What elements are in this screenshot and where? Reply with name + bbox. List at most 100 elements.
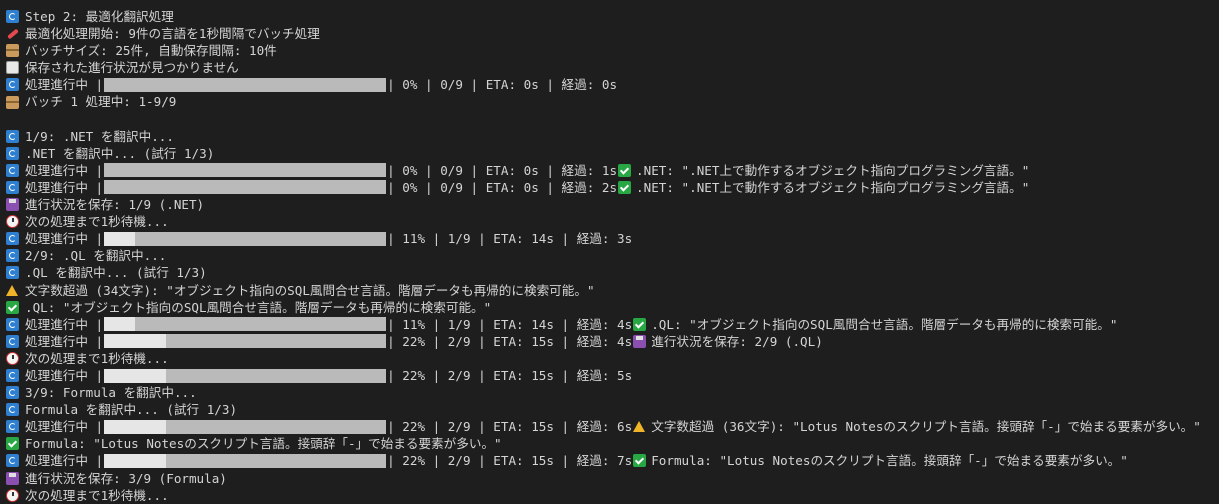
progress-bar: [104, 334, 387, 349]
progress-line: 処理進行中 | | 0% | 0/9 | ETA: 0s | 経過: 0s: [6, 76, 1219, 93]
log-text: 3/9: Formula を翻訳中...: [25, 385, 197, 401]
log-line: 進行状況を保存: 1/9 (.NET): [6, 196, 1219, 213]
progress-bar: [104, 180, 387, 195]
alarm-clock-icon: [6, 351, 19, 365]
progress-bar-fill: [104, 334, 167, 349]
log-text: バッチサイズ: 25件, 自動保存間隔: 10件: [25, 43, 277, 59]
check-icon: [633, 454, 647, 468]
progress-bar: [104, 453, 387, 468]
progress-stats: | 0% | 0/9 | ETA: 0s | 経過: 1s: [387, 162, 618, 178]
progress-bar: [104, 317, 387, 332]
progress-line: 処理進行中 | | 0% | 0/9 | ETA: 0s | 経過: 1s .NET…: [6, 162, 1219, 179]
log-line: 保存された進行状況が見つかりません: [6, 59, 1219, 76]
log-line: 文字数超過 (34文字): "オブジェクト指向のSQL風問合せ言語。階層データも…: [6, 282, 1219, 299]
log-text: 処理進行中 |: [25, 231, 104, 247]
log-text: .NET を翻訳中... (試行 1/3): [25, 145, 215, 161]
rocket-icon: [6, 27, 19, 40]
log-text: 文字数超過 (36文字): "Lotus Notesのスクリプト言語。接頭辞「-…: [651, 419, 1201, 435]
log-line: 次の処理まで1秒待機...: [6, 350, 1219, 367]
refresh-icon: [6, 232, 19, 246]
refresh-icon: [6, 369, 19, 383]
log-text: 進行状況を保存: 2/9 (.QL): [651, 333, 823, 349]
progress-stats: | 22% | 2/9 | ETA: 15s | 経過: 5s: [387, 367, 633, 383]
log-text: Formula を翻訳中... (試行 1/3): [25, 402, 238, 418]
log-text: バッチ 1 処理中: 1-9/9: [25, 94, 177, 110]
log-text: 処理進行中 |: [25, 77, 104, 93]
document-icon: [6, 61, 19, 75]
progress-stats: | 22% | 2/9 | ETA: 15s | 経過: 6s: [387, 419, 633, 435]
refresh-icon: [6, 403, 19, 417]
log-text: 次の処理まで1秒待機...: [25, 487, 169, 503]
log-text: 2/9: .QL を翻訳中...: [25, 248, 167, 264]
refresh-icon: [6, 454, 19, 468]
log-line: .QL を翻訳中... (試行 1/3): [6, 264, 1219, 281]
log-line: 最適化処理開始: 9件の言語を1秒間隔でバッチ処理: [6, 25, 1219, 42]
floppy-disk-icon: [6, 198, 19, 212]
log-text: 処理進行中 |: [25, 179, 104, 195]
progress-stats: | 22% | 2/9 | ETA: 15s | 経過: 4s: [387, 333, 633, 349]
terminal-output: Step 2: 最適化翻訳処理最適化処理開始: 9件の言語を1秒間隔でバッチ処理…: [0, 0, 1219, 504]
floppy-disk-icon: [633, 334, 647, 348]
log-line: .QL: "オブジェクト指向のSQL風問合せ言語。階層データも再帰的に検索可能。…: [6, 299, 1219, 316]
log-line: 3/9: Formula を翻訳中...: [6, 384, 1219, 401]
log-text: 処理進行中 |: [25, 162, 104, 178]
progress-stats: | 22% | 2/9 | ETA: 15s | 経過: 7s: [387, 453, 633, 469]
refresh-icon: [6, 266, 19, 280]
log-text: 文字数超過 (34文字): "オブジェクト指向のSQL風問合せ言語。階層データも…: [25, 282, 595, 298]
progress-bar: [104, 163, 387, 178]
progress-bar: [104, 368, 387, 383]
refresh-icon: [6, 420, 19, 434]
log-text: 1/9: .NET を翻訳中...: [25, 128, 174, 144]
log-text: .QL: "オブジェクト指向のSQL風問合せ言語。階層データも再帰的に検索可能。…: [25, 299, 492, 315]
log-line: バッチ 1 処理中: 1-9/9: [6, 93, 1219, 110]
progress-line: 処理進行中 | | 22% | 2/9 | ETA: 15s | 経過: 7s Fo…: [6, 452, 1219, 469]
progress-stats: | 0% | 0/9 | ETA: 0s | 経過: 2s: [387, 179, 618, 195]
check-icon: [6, 300, 19, 314]
log-text: .QL: "オブジェクト指向のSQL風問合せ言語。階層データも再帰的に検索可能。…: [651, 316, 1118, 332]
progress-stats: | 0% | 0/9 | ETA: 0s | 経過: 0s: [387, 77, 618, 93]
check-icon: [6, 437, 19, 451]
log-text: Formula: "Lotus Notesのスクリプト言語。接頭辞「-」で始まる…: [651, 453, 1128, 469]
log-text: 次の処理まで1秒待機...: [25, 350, 169, 366]
log-text: .QL を翻訳中... (試行 1/3): [25, 265, 207, 281]
floppy-disk-icon: [6, 471, 19, 485]
progress-bar-fill: [104, 368, 167, 383]
log-line: バッチサイズ: 25件, 自動保存間隔: 10件: [6, 42, 1219, 59]
log-text: 処理進行中 |: [25, 419, 104, 435]
progress-line: 処理進行中 | | 22% | 2/9 | ETA: 15s | 経過: 5s: [6, 367, 1219, 384]
log-text: 進行状況を保存: 1/9 (.NET): [25, 197, 205, 213]
log-text: 処理進行中 |: [25, 367, 104, 383]
refresh-icon: [6, 10, 19, 24]
warning-icon: [633, 420, 646, 433]
log-line: 次の処理まで1秒待機...: [6, 487, 1219, 504]
refresh-icon: [6, 334, 19, 348]
progress-stats: | 11% | 1/9 | ETA: 14s | 経過: 3s: [387, 231, 633, 247]
check-icon: [618, 163, 632, 177]
progress-stats: | 11% | 1/9 | ETA: 14s | 経過: 4s: [387, 316, 633, 332]
refresh-icon: [6, 180, 19, 194]
check-icon: [618, 180, 632, 194]
log-text: Formula: "Lotus Notesのスクリプト言語。接頭辞「-」で始まる…: [25, 436, 502, 452]
log-text: Step 2: 最適化翻訳処理: [25, 9, 174, 24]
log-text: .NET: ".NET上で動作するオブジェクト指向プログラミング言語。": [636, 179, 1030, 195]
log-text: 処理進行中 |: [25, 453, 104, 469]
log-text: 次の処理まで1秒待機...: [25, 214, 169, 230]
progress-line: 処理進行中 | | 11% | 1/9 | ETA: 14s | 経過: 3s: [6, 230, 1219, 247]
progress-bar: [104, 231, 387, 246]
progress-bar-fill: [104, 453, 167, 468]
progress-line: 処理進行中 | | 11% | 1/9 | ETA: 14s | 経過: 4s .Q…: [6, 316, 1219, 333]
refresh-icon: [6, 163, 19, 177]
log-line: 1/9: .NET を翻訳中...: [6, 128, 1219, 145]
log-text: 最適化処理開始: 9件の言語を1秒間隔でバッチ処理: [25, 26, 320, 42]
log-text: 進行状況を保存: 3/9 (Formula): [25, 470, 227, 486]
progress-line: 処理進行中 | | 22% | 2/9 | ETA: 15s | 経過: 6s 文字…: [6, 418, 1219, 435]
log-text: 処理進行中 |: [25, 333, 104, 349]
log-line: Formula を翻訳中... (試行 1/3): [6, 401, 1219, 418]
log-line: 進行状況を保存: 3/9 (Formula): [6, 470, 1219, 487]
log-text: 処理進行中 |: [25, 316, 104, 332]
refresh-icon: [6, 146, 19, 160]
package-icon: [6, 95, 19, 109]
progress-bar: [104, 77, 387, 92]
log-text: 保存された進行状況が見つかりません: [25, 60, 239, 76]
